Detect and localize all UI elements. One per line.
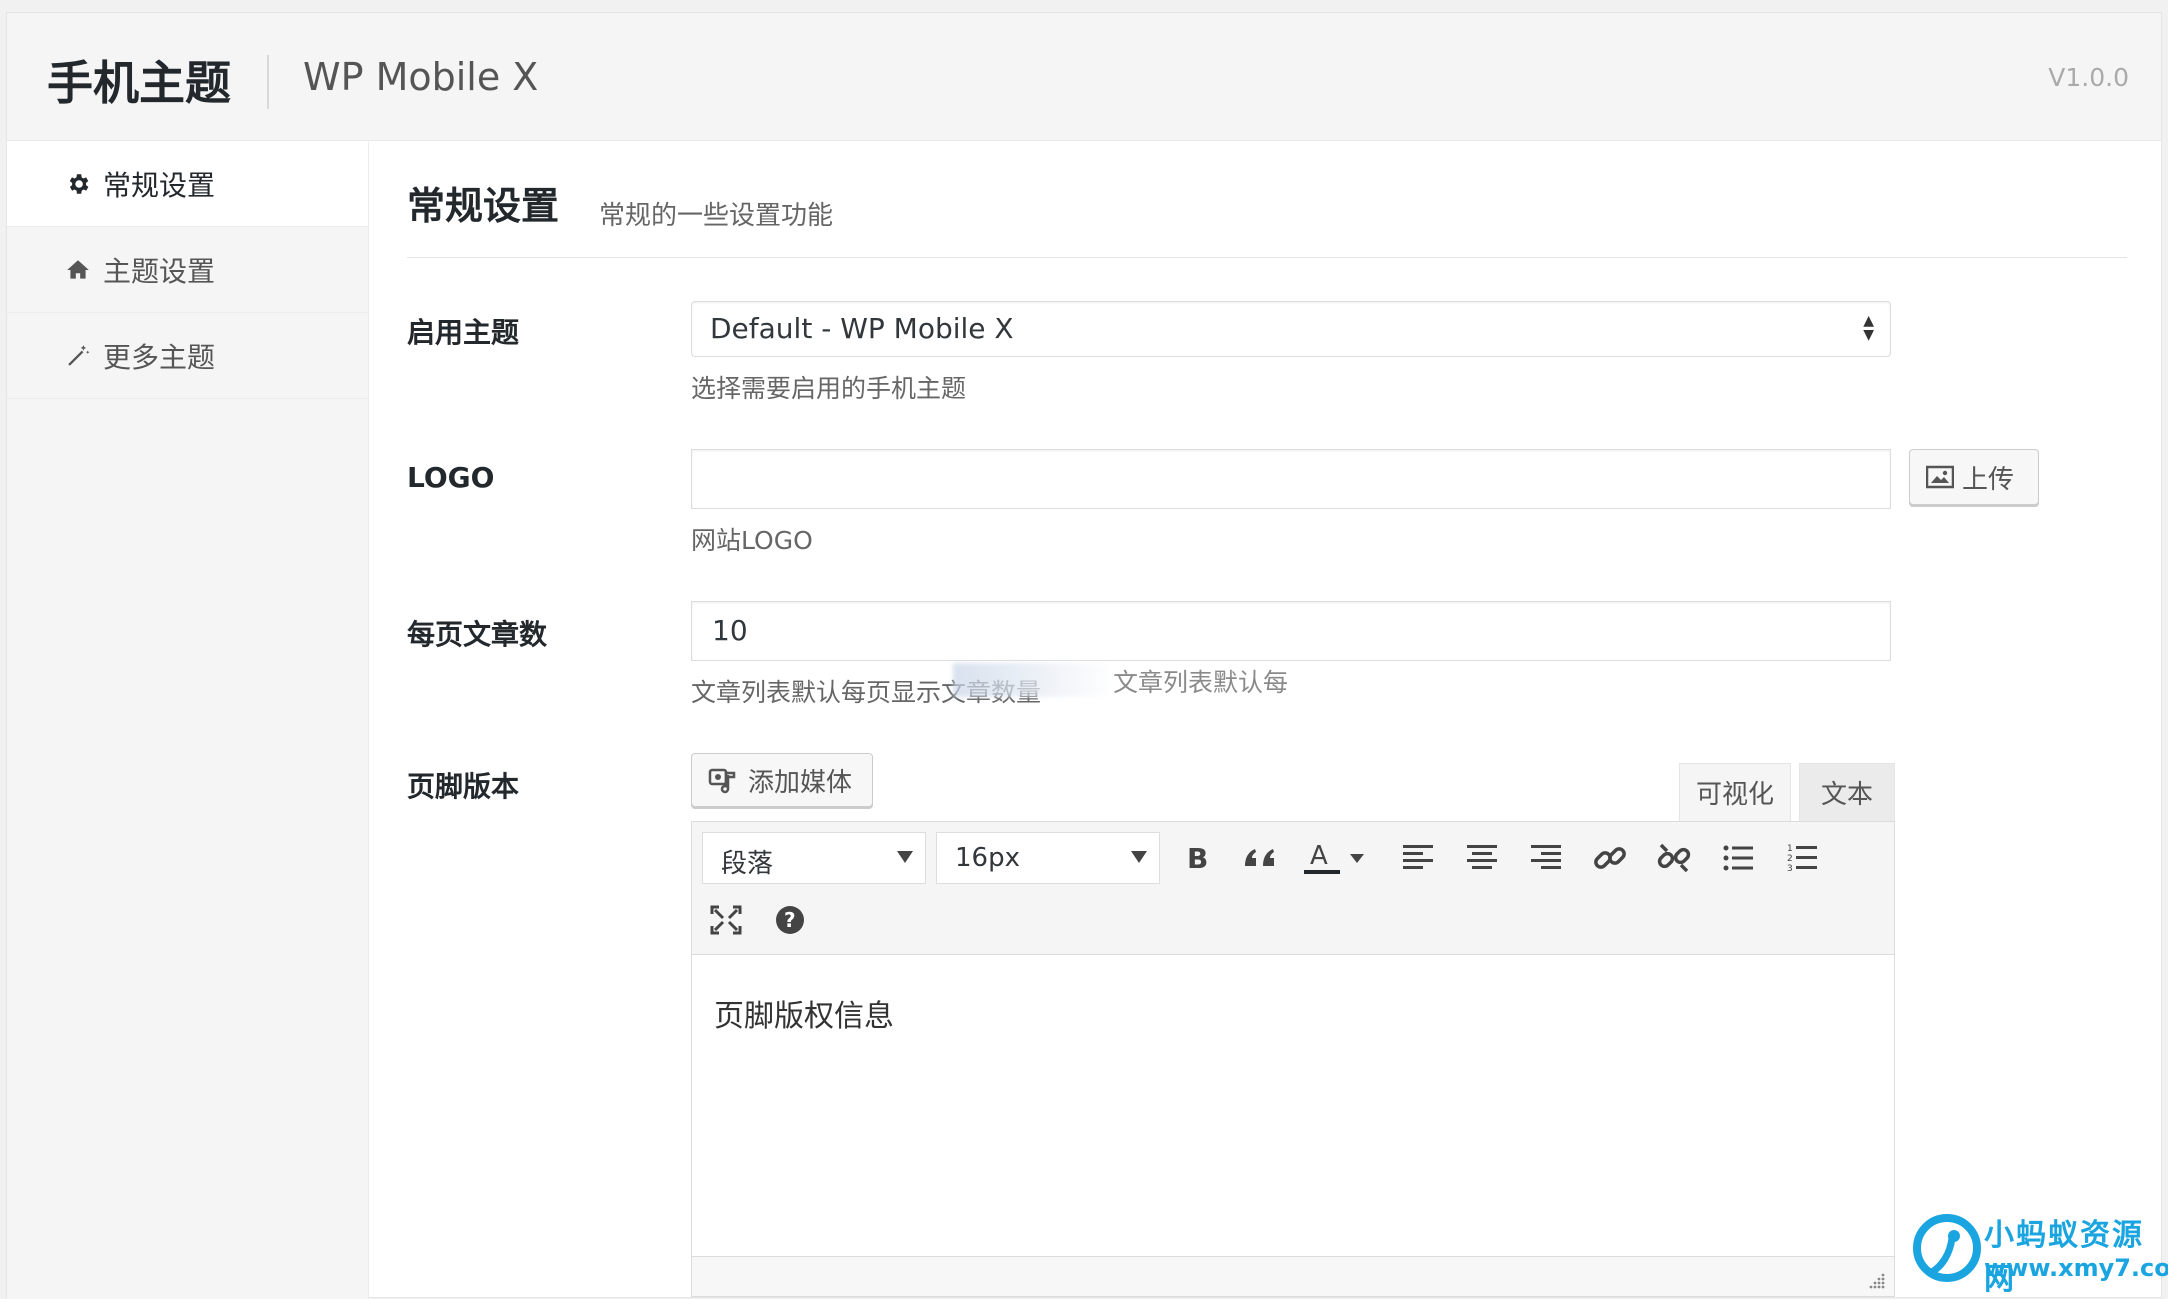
font-size-select[interactable]: 16px [936,832,1160,884]
footer-label: 页脚版本 [407,770,520,803]
fullscreen-button[interactable] [702,896,750,944]
align-center-icon [1467,845,1497,869]
text-color-button[interactable]: A [1298,834,1346,882]
per-page-ghost-text: 文章列表默认每 [1113,668,1289,697]
theme-label: 启用主题 [407,316,520,349]
font-size-select-value: 16px [955,843,1020,873]
tab-visual[interactable]: 可视化 [1679,763,1791,821]
select-arrows-icon: ▲ ▼ [1863,313,1874,343]
add-media-button[interactable]: 添加媒体 [691,753,873,807]
section-divider [407,257,2127,258]
theme-select-value: Default - WP Mobile X [710,312,1014,345]
align-right-icon [1531,845,1561,869]
sidebar-item-theme[interactable]: 主题设置 [7,227,368,313]
blockquote-icon [1245,849,1274,866]
numbered-list-icon: 123 [1787,844,1817,873]
chevron-down-icon [1131,851,1147,863]
per-page-label: 每页文章数 [407,618,548,651]
tab-text[interactable]: 文本 [1799,763,1895,821]
help-icon: ? [776,906,804,934]
header-title-en: WP Mobile X [303,55,539,99]
sidebar-item-label: 常规设置 [103,168,216,202]
image-icon [1926,465,1954,489]
drag-ghost-blur [953,663,1113,697]
help-button[interactable]: ? [766,896,814,944]
upload-button[interactable]: 上传 [1909,449,2039,505]
watermark: 小蚂蚁资源网 www.xmy7.com [1912,1208,2168,1297]
bullet-list-button[interactable] [1714,834,1762,882]
sidebar-item-label: 更多主题 [103,340,216,374]
svg-text:A: A [1310,841,1328,871]
svg-text:B: B [1187,844,1208,872]
align-center-button[interactable] [1458,834,1506,882]
unlink-icon [1657,843,1691,873]
home-icon [67,259,89,279]
editor-statusbar [691,1257,1895,1297]
align-right-button[interactable] [1522,834,1570,882]
logo-label: LOGO [407,461,495,494]
upload-button-label: 上传 [1962,464,2015,495]
bold-icon: B [1187,844,1208,872]
header-title-cn: 手机主题 [47,56,231,110]
editor-toolbar: 段落 16px B A 1 2 3 ? [691,821,1895,955]
section-title: 常规设置 [407,184,560,228]
section-subtitle: 常规的一些设置功能 [599,201,834,231]
resize-handle-icon[interactable] [1868,1272,1886,1290]
numbered-list-button[interactable]: 123 [1778,834,1826,882]
media-icon [708,768,736,794]
sidebar-item-more-themes[interactable]: 更多主题 [7,313,368,399]
header-separator [267,55,269,109]
svg-text:?: ? [784,908,796,932]
svg-text:3: 3 [1787,864,1793,873]
bold-button[interactable]: B [1172,834,1220,882]
align-left-icon [1403,845,1433,869]
remove-link-button[interactable] [1650,834,1698,882]
svg-text:2: 2 [1787,854,1793,864]
theme-select[interactable]: Default - WP Mobile X ▲ ▼ [691,301,1891,357]
version-label: V1.0.0 [2048,63,2129,92]
sidebar-item-general[interactable]: 常规设置 [7,141,368,227]
text-color-dropdown[interactable] [1342,834,1372,882]
blockquote-button[interactable] [1236,834,1284,882]
editor-content[interactable]: 页脚版权信息 [714,991,894,1035]
bullet-list-icon [1723,845,1753,871]
header: 手机主题 WP Mobile X V1.0.0 [7,13,2161,141]
svg-text:1: 1 [1787,844,1793,854]
magic-wand-icon [68,344,90,366]
per-page-input[interactable]: 10 [691,601,1891,661]
text-color-icon: A [1304,841,1340,874]
format-select-value: 段落 [721,849,774,879]
theme-desc: 选择需要启用的手机主题 [691,374,967,403]
fullscreen-icon [710,905,742,935]
gear-icon [69,173,89,194]
logo-input[interactable] [691,449,1891,509]
logo-desc: 网站LOGO [691,526,813,555]
insert-link-button[interactable] [1586,834,1634,882]
settings-panel: 手机主题 WP Mobile X V1.0.0 常规设置 主题设置 更多主题 常… [6,12,2162,1299]
format-select[interactable]: 段落 [702,832,926,884]
watermark-logo-icon [1913,1214,1981,1282]
chevron-down-icon [1350,854,1364,863]
align-left-button[interactable] [1394,834,1442,882]
link-icon [1594,847,1626,869]
sidebar: 常规设置 主题设置 更多主题 [7,141,369,1299]
chevron-down-icon [897,851,913,863]
watermark-url: www.xmy7.com [1984,1254,2168,1282]
add-media-label: 添加媒体 [748,767,853,798]
sidebar-item-label: 主题设置 [103,254,216,288]
editor-body[interactable]: 页脚版权信息 [691,955,1895,1257]
